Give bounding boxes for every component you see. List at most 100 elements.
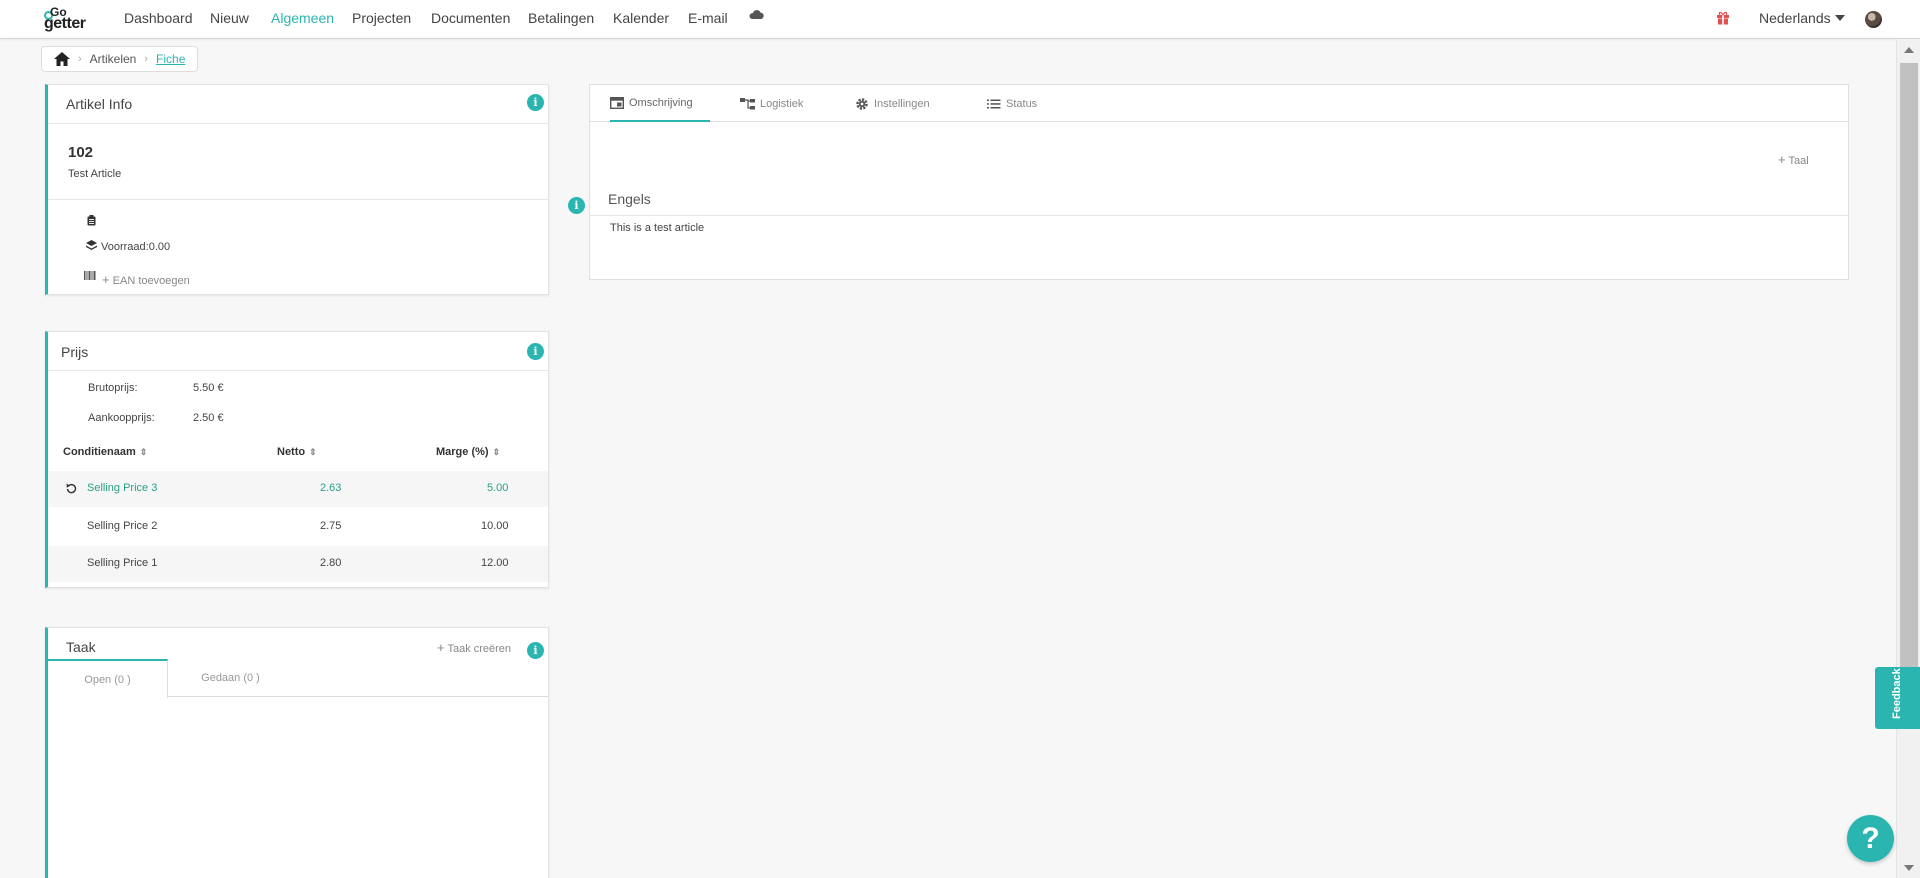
nav-email[interactable]: E-mail [688,10,728,26]
gogetter-logo[interactable]: Go getter [44,5,100,32]
article-code: 102 [68,144,94,161]
page-scrollbar[interactable] [1896,39,1920,878]
info-icon[interactable]: i [527,343,544,360]
table-row[interactable]: Selling Price 1 2.80 12.00 [48,546,548,582]
create-task-label: Taak creëren [447,643,512,655]
plus-icon: + [102,272,110,287]
margin-value: 10.00 [481,520,509,532]
info-icon[interactable]: i [568,197,585,214]
plus-icon: + [1778,152,1786,167]
add-language-label: Taal [1788,155,1809,167]
layers-icon [86,240,97,250]
condition-name[interactable]: Selling Price 3 [87,482,157,494]
language-dropdown[interactable]: Nederlands [1759,10,1845,26]
language-label: Nederlands [1759,10,1831,26]
divider [590,215,1848,216]
tab-label: Logistiek [760,97,804,110]
scroll-down-arrow-icon[interactable] [1904,865,1914,871]
nav-dashboard[interactable]: Dashboard [124,10,193,26]
breadcrumb: › Artikelen › Fiche [41,46,199,72]
barcode-icon [84,271,96,280]
description-panel: Omschrijving Logistiek Instellingen Stat… [589,84,1849,280]
info-icon[interactable]: i [527,94,544,111]
divider [48,370,549,371]
nav-documenten[interactable]: Documenten [431,10,510,26]
scrollbar-thumb[interactable] [1900,63,1918,683]
cloud-icon[interactable] [748,9,764,19]
language-heading: Engels [608,191,651,207]
net-value: 2.80 [320,557,342,569]
gear-icon [856,97,868,110]
task-tabs: Open (0 ) Gedaan (0 ) [48,659,548,698]
price-title: Prijs [61,344,89,360]
sitemap-icon [740,97,755,109]
breadcrumb-artikelen[interactable]: Artikelen [90,52,137,66]
window-icon [610,96,624,109]
top-navbar: Go getter Dashboard Nieuw Algemeen Proje… [0,0,1920,39]
sort-icon: ⇕ [139,447,148,457]
nav-algemeen[interactable]: Algemeen [271,10,334,26]
gift-icon[interactable] [1716,11,1730,25]
gross-price-value: 5.50 € [193,382,224,394]
column-label: Marge (%) [436,446,489,458]
logo-text-bottom: getter [44,15,86,32]
condition-name[interactable]: Selling Price 1 [87,557,157,569]
breadcrumb-separator-icon: › [144,53,149,65]
divider [48,123,549,124]
article-info-card: Artikel Info i 102 Test Article Voorraad… [45,84,549,295]
column-header-marge[interactable]: Marge (%) ⇕ [436,446,500,458]
column-header-conditienaam[interactable]: Conditienaam ⇕ [63,446,147,458]
purchase-price-value: 2.50 € [193,412,224,424]
description-text: This is a test article [610,222,705,234]
task-title: Taak [66,639,96,655]
price-card: Prijs i Brutoprijs: 5.50 € Aankoopprijs:… [45,331,549,588]
breadcrumb-fiche[interactable]: Fiche [156,52,185,66]
undo-icon[interactable] [66,483,77,494]
column-header-netto[interactable]: Netto ⇕ [277,446,317,458]
clipboard-icon [87,215,96,226]
condition-name[interactable]: Selling Price 2 [87,520,157,532]
divider [48,199,549,200]
task-card: Taak + Taak creëren i Open (0 ) Gedaan (… [45,627,549,878]
margin-value: 5.00 [487,482,509,494]
detail-tabs: Omschrijving Logistiek Instellingen Stat… [590,85,1848,122]
tab-done[interactable]: Gedaan (0 ) [168,659,293,697]
sort-icon: ⇕ [309,447,317,457]
article-name: Test Article [68,168,122,180]
feedback-button[interactable]: Feedback [1875,667,1920,729]
nav-kalender[interactable]: Kalender [613,10,669,26]
tab-logistiek[interactable]: Logistiek [740,85,803,122]
margin-value: 12.00 [481,557,509,569]
info-icon[interactable]: i [527,642,544,659]
tab-status[interactable]: Status [987,85,1037,122]
net-value: 2.75 [320,520,342,532]
list-icon [987,99,1001,108]
nav-betalingen[interactable]: Betalingen [528,10,594,26]
tab-instellingen[interactable]: Instellingen [855,85,930,122]
help-button[interactable]: ? [1847,815,1894,862]
article-info-title: Artikel Info [66,96,133,112]
net-value: 2.63 [320,482,342,494]
tab-label: Status [1006,97,1038,110]
column-label: Netto [277,446,306,458]
home-icon[interactable] [54,52,70,66]
nav-nieuw[interactable]: Nieuw [210,10,249,26]
feedback-label: Feedback [1891,668,1903,719]
tab-label: Instellingen [874,97,930,110]
stock-value: Voorraad:0.00 [101,241,171,253]
caret-down-icon [1834,15,1845,21]
table-row[interactable]: Selling Price 2 2.75 10.00 [48,509,548,545]
table-row[interactable]: Selling Price 3 2.63 5.00 [48,471,548,507]
plus-icon: + [437,640,445,655]
scroll-up-arrow-icon[interactable] [1904,47,1914,53]
sort-icon: ⇕ [492,447,501,457]
user-avatar[interactable] [1865,11,1882,28]
gross-price-label: Brutoprijs: [88,382,138,394]
nav-projecten[interactable]: Projecten [352,10,411,26]
tab-omschrijving[interactable]: Omschrijving [610,85,710,122]
add-ean-label: EAN toevoegen [112,275,190,287]
add-language-button[interactable]: + Taal [1778,152,1809,167]
add-ean-button[interactable]: + EAN toevoegen [102,272,190,287]
create-task-button[interactable]: + Taak creëren [437,640,511,655]
tab-open[interactable]: Open (0 ) [48,659,168,698]
